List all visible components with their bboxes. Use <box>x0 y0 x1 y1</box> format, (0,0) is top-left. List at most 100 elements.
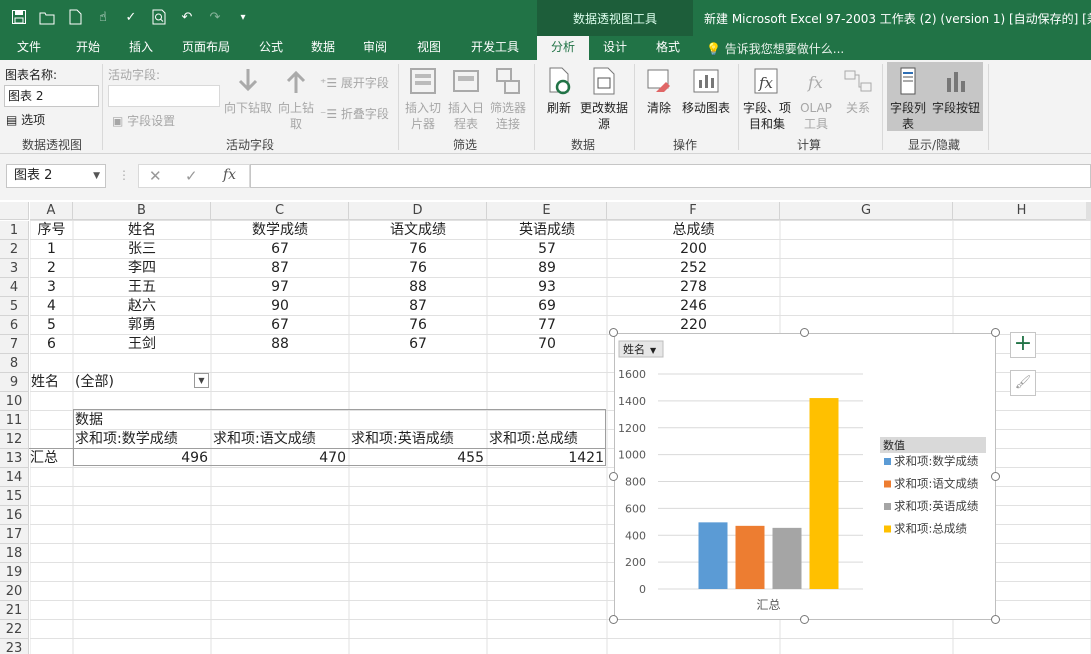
customize-qat-icon[interactable]: ▾ <box>232 6 254 28</box>
cancel-icon[interactable]: ✕ <box>149 167 162 185</box>
row-header-19[interactable]: 19 <box>0 563 29 582</box>
resize-handle[interactable] <box>991 328 1000 337</box>
chart-legend[interactable]: 数值求和项:数学成绩求和项:语文成绩求和项:英语成绩求和项:总成绩 <box>880 437 986 536</box>
table-cell[interactable]: 李四 <box>73 259 211 278</box>
touch-mode-icon[interactable]: ☝ <box>92 6 114 28</box>
chart-bar[interactable] <box>772 527 802 589</box>
table-cell[interactable]: 2 <box>30 259 73 278</box>
chart-bar[interactable] <box>809 398 839 589</box>
table-cell[interactable]: 97 <box>211 278 349 297</box>
column-header-d[interactable]: D <box>349 202 487 220</box>
row-header-9[interactable]: 9 <box>0 373 29 392</box>
spelling-icon[interactable]: ✓ <box>120 6 142 28</box>
resize-handle[interactable] <box>609 471 618 481</box>
scrollbar-stub[interactable] <box>1086 202 1091 220</box>
undo-icon[interactable]: ↶ <box>176 6 198 28</box>
resize-handle[interactable] <box>991 471 1000 481</box>
pivot-total-cell[interactable]: 455 <box>349 449 487 468</box>
row-header-6[interactable]: 6 <box>0 316 29 335</box>
chart-filter-button[interactable]: 姓名 ▼ <box>618 340 664 358</box>
resize-handle[interactable] <box>609 328 618 337</box>
tab-review[interactable]: 审阅 <box>350 36 400 60</box>
pivot-chart[interactable]: 姓名 ▼ 0 200 400 600 800 1000 1200 1400 1600 汇总 数值 求和项:… <box>614 333 996 620</box>
row-header-21[interactable]: 21 <box>0 601 29 620</box>
table-cell[interactable]: 67 <box>211 240 349 259</box>
tab-insert[interactable]: 插入 <box>116 36 166 60</box>
table-cell[interactable]: 200 <box>607 240 780 259</box>
table-cell[interactable]: 57 <box>487 240 607 259</box>
table-cell[interactable]: 90 <box>211 297 349 316</box>
row-header-18[interactable]: 18 <box>0 544 29 563</box>
tab-page-layout[interactable]: 页面布局 <box>168 36 244 60</box>
resize-handle[interactable] <box>609 615 618 624</box>
enter-icon[interactable]: ✓ <box>185 167 198 185</box>
row-header-16[interactable]: 16 <box>0 506 29 525</box>
column-header-c[interactable]: C <box>211 202 349 220</box>
table-cell[interactable]: 87 <box>349 297 487 316</box>
row-header-23[interactable]: 23 <box>0 639 29 654</box>
tab-view[interactable]: 视图 <box>404 36 454 60</box>
row-header-20[interactable]: 20 <box>0 582 29 601</box>
tab-file[interactable]: 文件 <box>0 36 58 60</box>
row-header-4[interactable]: 4 <box>0 278 29 297</box>
table-cell[interactable]: 赵六 <box>73 297 211 316</box>
column-header-f[interactable]: F <box>607 202 780 220</box>
row-header-2[interactable]: 2 <box>0 240 29 259</box>
row-header-8[interactable]: 8 <box>0 354 29 373</box>
tab-design[interactable]: 设计 <box>591 36 639 60</box>
resize-handle[interactable] <box>991 615 1000 624</box>
field-buttons-button[interactable]: 字段按钮 <box>930 66 982 116</box>
pivot-total-cell[interactable]: 496 <box>73 449 211 468</box>
table-cell[interactable]: 3 <box>30 278 73 297</box>
chevron-down-icon[interactable]: ▼ <box>93 165 100 187</box>
new-file-icon[interactable] <box>64 6 86 28</box>
row-header-5[interactable]: 5 <box>0 297 29 316</box>
table-cell[interactable]: 郭勇 <box>73 316 211 335</box>
column-header-g[interactable]: G <box>780 202 953 220</box>
row-header-13[interactable]: 13 <box>0 449 29 468</box>
tab-developer[interactable]: 开发工具 <box>458 36 532 60</box>
row-header-14[interactable]: 14 <box>0 468 29 487</box>
table-cell[interactable]: 88 <box>349 278 487 297</box>
select-all-button[interactable] <box>0 202 29 220</box>
table-header-cell[interactable]: 序号 <box>30 221 73 240</box>
row-header-22[interactable]: 22 <box>0 620 29 639</box>
pivot-value-header[interactable]: 求和项:数学成绩 <box>75 430 178 449</box>
row-header-7[interactable]: 7 <box>0 335 29 354</box>
move-chart-button[interactable]: 移动图表 <box>680 66 732 116</box>
name-box[interactable]: 图表 2 ▼ <box>6 164 106 188</box>
pivot-total-cell[interactable]: 470 <box>211 449 349 468</box>
insert-function-icon[interactable]: fx <box>223 167 236 183</box>
chart-bar[interactable] <box>698 522 728 589</box>
table-cell[interactable]: 69 <box>487 297 607 316</box>
open-folder-icon[interactable] <box>36 6 58 28</box>
tab-format[interactable]: 格式 <box>643 36 693 60</box>
fields-items-sets-button[interactable]: fx 字段、项目和集 <box>742 66 792 132</box>
table-cell[interactable]: 王五 <box>73 278 211 297</box>
filter-dropdown-icon[interactable]: ▼ <box>194 373 209 388</box>
row-header-1[interactable]: 1 <box>0 221 29 240</box>
tab-analyze[interactable]: 分析 <box>537 36 589 60</box>
pivot-value-header[interactable]: 求和项:语文成绩 <box>213 430 316 449</box>
row-header-12[interactable]: 12 <box>0 430 29 449</box>
table-cell[interactable]: 246 <box>607 297 780 316</box>
clear-button[interactable]: 清除 <box>642 66 676 116</box>
table-header-cell[interactable]: 语文成绩 <box>349 221 487 240</box>
print-preview-icon[interactable] <box>148 6 170 28</box>
table-header-cell[interactable]: 英语成绩 <box>487 221 607 240</box>
options-button[interactable]: ▤ 选项 <box>6 111 45 128</box>
refresh-button[interactable]: 刷新 <box>540 66 578 116</box>
table-cell[interactable]: 76 <box>349 316 487 335</box>
pivot-value-header[interactable]: 求和项:总成绩 <box>489 430 578 449</box>
table-cell[interactable]: 王剑 <box>73 335 211 354</box>
column-header-e[interactable]: E <box>487 202 607 220</box>
table-cell[interactable]: 252 <box>607 259 780 278</box>
table-cell[interactable]: 6 <box>30 335 73 354</box>
tell-me-box[interactable]: 💡 告诉我您想要做什么... <box>706 40 844 57</box>
change-source-button[interactable]: 更改数据源 <box>580 66 628 132</box>
table-cell[interactable]: 77 <box>487 316 607 335</box>
table-cell[interactable]: 89 <box>487 259 607 278</box>
tab-home[interactable]: 开始 <box>60 36 116 60</box>
table-cell[interactable]: 5 <box>30 316 73 335</box>
table-cell[interactable]: 1 <box>30 240 73 259</box>
